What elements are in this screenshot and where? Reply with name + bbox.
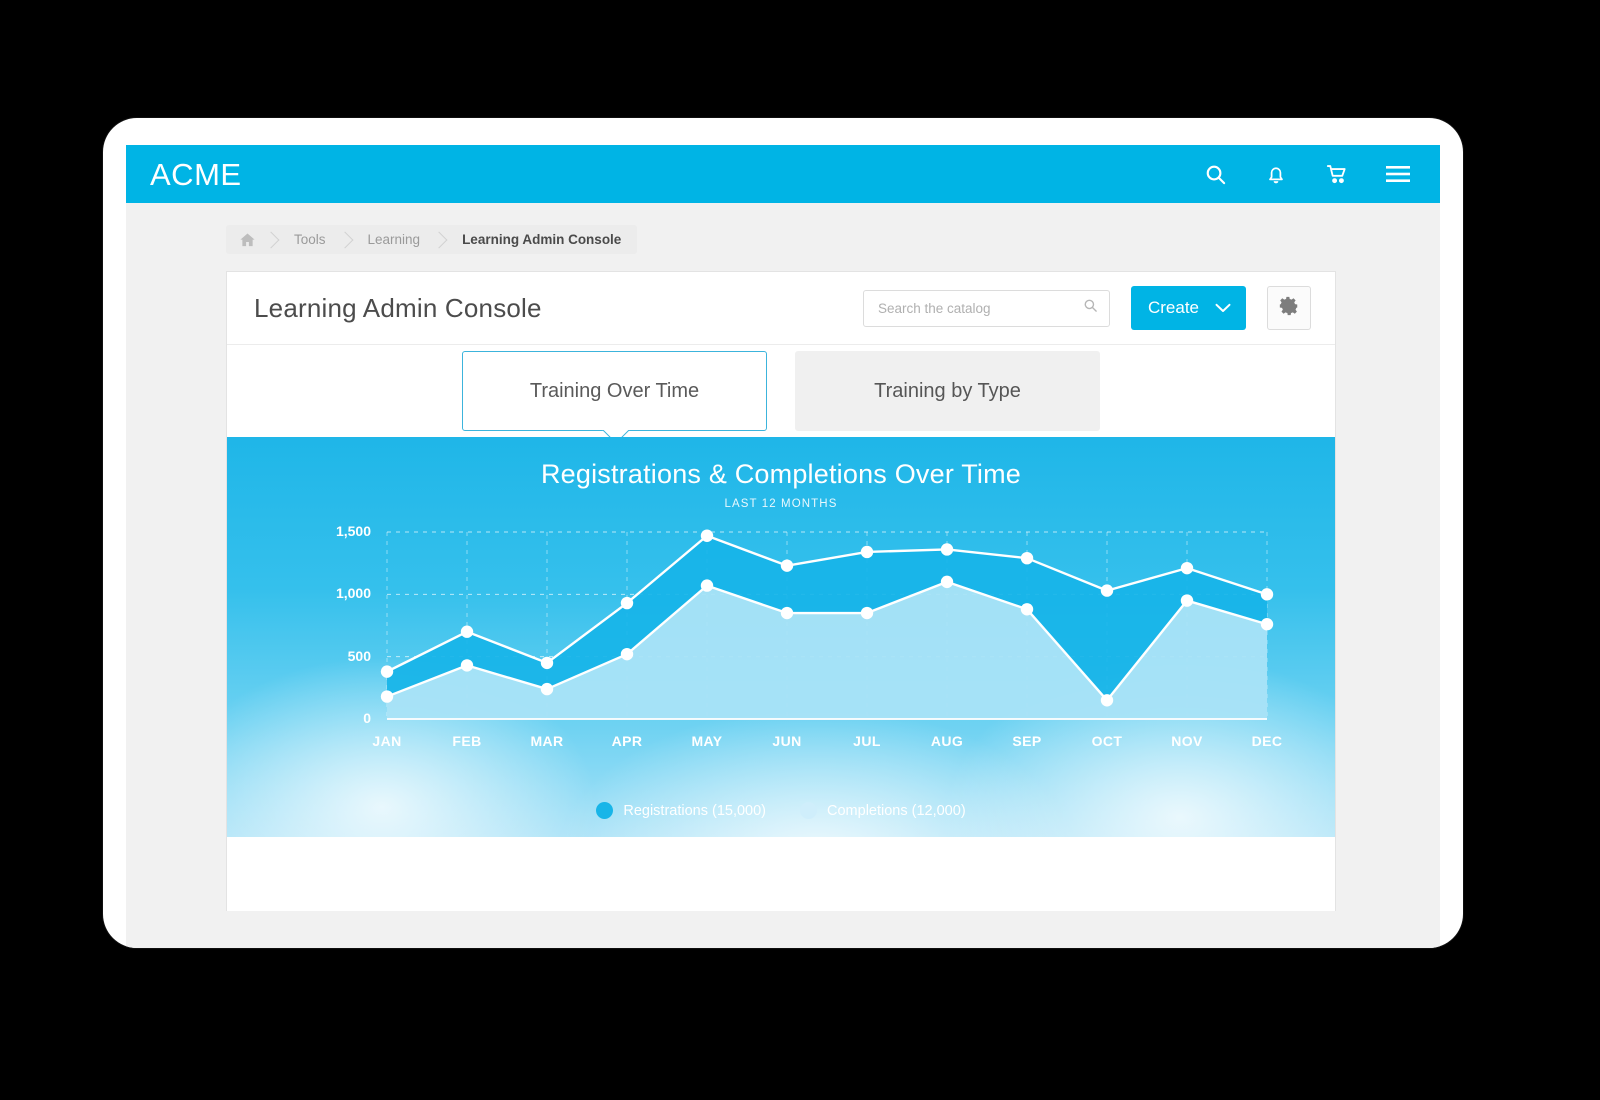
chart-svg [380,529,1274,720]
chart-hero-panel: Registrations & Completions Over Time LA… [227,437,1335,837]
y-tick-label: 0 [363,710,371,726]
breadcrumb-separator-icon [339,225,353,254]
breadcrumb: Tools Learning Learning Admin Console [226,225,638,254]
x-tick-label: FEB [452,733,482,749]
tab-training-by-type[interactable]: Training by Type [795,351,1100,431]
create-button[interactable]: Create [1130,286,1246,330]
breadcrumb-row: Tools Learning Learning Admin Console [126,203,1440,254]
legend-item-completions[interactable]: Completions (12,000) [800,802,966,819]
x-tick-label: JUN [772,733,802,749]
x-tick-label: JUL [853,733,881,749]
chart-subtitle: LAST 12 MONTHS [724,498,838,510]
chart-legend: Registrations (15,000) Completions (12,0… [227,802,1335,819]
x-tick-label: APR [611,733,643,749]
create-button-label: Create [1147,298,1199,317]
settings-button[interactable] [1267,286,1311,330]
breadcrumb-home[interactable] [226,225,265,254]
page-title: Learning Admin Console [254,292,542,323]
breadcrumb-separator-icon [265,225,279,254]
x-tick-label: DEC [1251,733,1283,749]
breadcrumb-item-tools[interactable]: Tools [279,225,339,254]
breadcrumb-separator-icon [433,225,447,254]
app-viewport: ACME Tools Learning Learning Admin Conso… [126,145,1440,948]
bell-icon[interactable] [1264,162,1288,186]
tab-label: Training Over Time [529,379,700,402]
search-icon[interactable] [1203,162,1227,186]
cart-icon[interactable] [1325,162,1349,186]
y-tick-label: 1,000 [335,585,371,602]
brand-logo[interactable]: ACME [150,159,242,190]
y-tick-label: 1,500 [335,523,371,539]
x-tick-label: SEP [1012,733,1042,749]
panel-toolbar: Learning Admin Console Create [227,272,1335,345]
tab-training-over-time[interactable]: Training Over Time [462,351,767,431]
chart-area-series [387,535,1267,719]
hamburger-menu-icon[interactable] [1386,162,1410,186]
y-tick-label: 500 [347,647,371,664]
chevron-down-icon [1215,298,1231,318]
legend-color-swatch [596,802,614,819]
x-tick-label: NOV [1171,733,1203,749]
app-header: ACME [126,145,1440,203]
catalog-search-box[interactable] [862,289,1110,327]
legend-item-registrations[interactable]: Registrations (15,000) [596,802,766,819]
tab-label: Training by Type [874,379,1021,402]
x-tick-label: OCT [1091,733,1123,749]
x-tick-label: JAN [372,733,402,749]
tablet-device-frame: ACME Tools Learning Learning Admin Conso… [103,118,1463,948]
legend-color-swatch [800,802,818,819]
legend-label: Registrations (15,000) [623,802,767,819]
breadcrumb-item-learning[interactable]: Learning [353,225,434,254]
chart-title: Registrations & Completions Over Time [540,459,1022,489]
tab-strip: Training Over Time Training by Type [227,345,1335,437]
main-panel: Learning Admin Console Create [226,271,1336,911]
toolbar-actions: Create [862,286,1311,330]
gear-icon [1278,295,1300,322]
legend-label: Completions (12,000) [827,802,966,819]
header-icon-group [1203,162,1410,186]
x-tick-label: MAR [530,733,564,749]
search-input[interactable] [877,300,1083,316]
x-tick-label: MAY [691,733,723,749]
search-icon[interactable] [1083,298,1098,318]
breadcrumb-item-current: Learning Admin Console [462,232,622,247]
x-tick-label: AUG [930,733,964,749]
chart-plot-area: 0 500 1,000 1,500 JAN FEB MAR APR MAY JUN JUL AUG S… [227,514,1335,754]
